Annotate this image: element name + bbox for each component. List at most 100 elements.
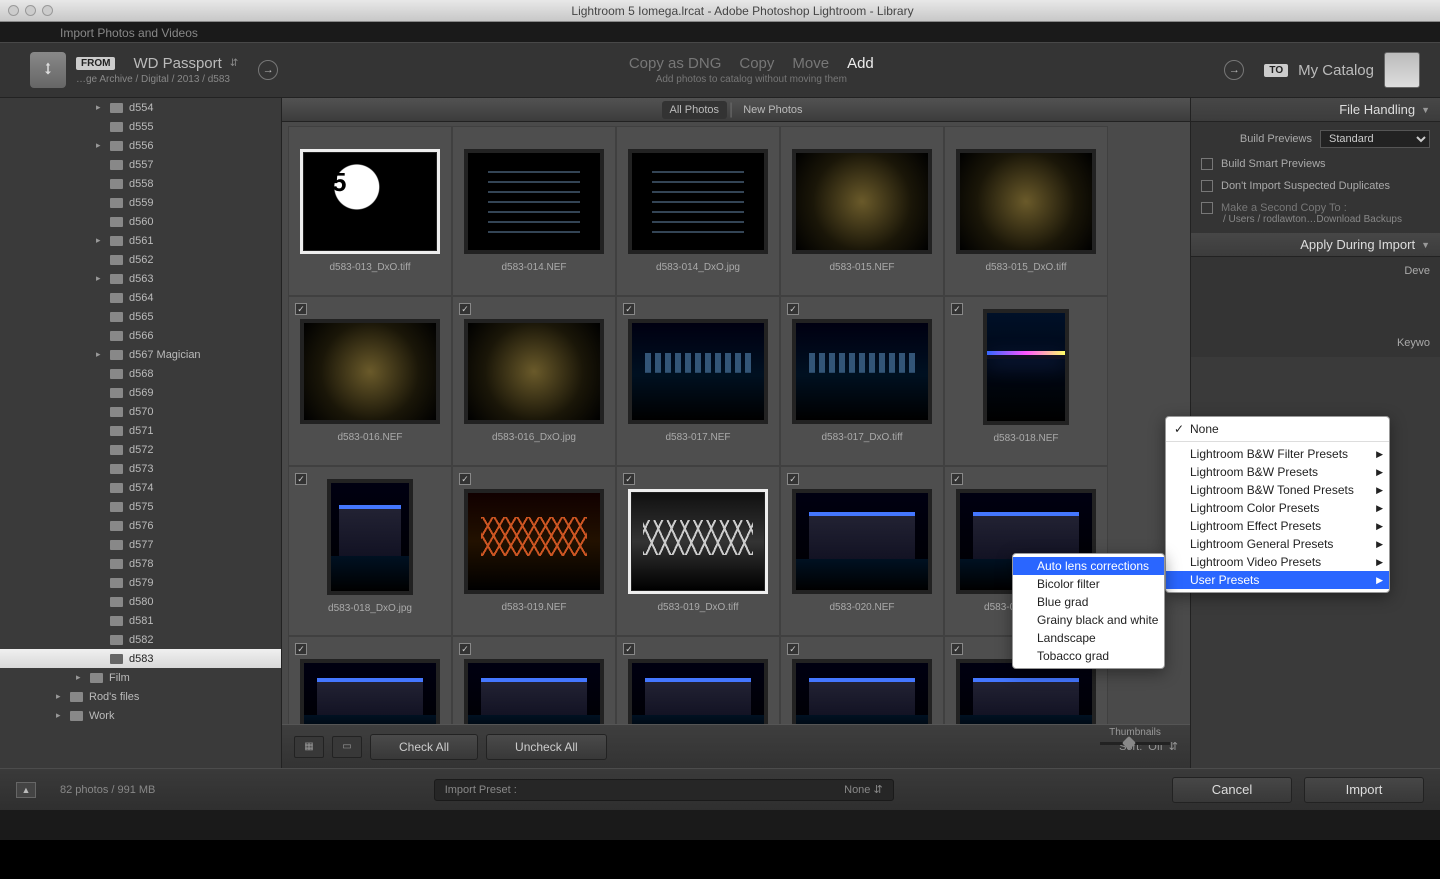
smart-previews-checkbox[interactable] <box>1201 158 1213 170</box>
thumbnail-cell[interactable]: ✓ <box>452 636 616 724</box>
menu-item[interactable]: Lightroom B&W Toned Presets <box>1166 481 1389 499</box>
folder-d562[interactable]: d562 <box>0 250 281 269</box>
thumbnail-image[interactable] <box>983 309 1069 425</box>
folder-d558[interactable]: d558 <box>0 174 281 193</box>
import-checkbox[interactable]: ✓ <box>459 303 471 315</box>
menu-item[interactable]: Blue grad <box>1013 593 1164 611</box>
thumbnail-cell[interactable]: ✓d583-018.NEF <box>944 296 1108 466</box>
thumbnail-image[interactable] <box>464 149 604 254</box>
thumbnail-size-slider[interactable] <box>1100 742 1170 745</box>
mode-dng[interactable]: Copy as DNG <box>629 55 722 72</box>
thumbnail-image[interactable] <box>327 479 413 595</box>
folder-d556[interactable]: d556 <box>0 136 281 155</box>
thumbnail-image[interactable] <box>792 489 932 594</box>
close-icon[interactable] <box>8 5 19 16</box>
folder-d567 Magician[interactable]: d567 Magician <box>0 345 281 364</box>
tab-all-photos[interactable]: All Photos <box>662 101 728 119</box>
folder-d580[interactable]: d580 <box>0 592 281 611</box>
folder-d571[interactable]: d571 <box>0 421 281 440</box>
dup-checkbox[interactable] <box>1201 180 1213 192</box>
thumbnail-image[interactable] <box>300 319 440 424</box>
folder-d564[interactable]: d564 <box>0 288 281 307</box>
thumbnail-cell[interactable]: d583-015_DxO.tiff <box>944 126 1108 296</box>
thumbnail-cell[interactable]: d583-013_DxO.tiff <box>288 126 452 296</box>
folder-d560[interactable]: d560 <box>0 212 281 231</box>
folder-d566[interactable]: d566 <box>0 326 281 345</box>
folder-d583[interactable]: d583 <box>0 649 281 668</box>
menu-item[interactable]: Lightroom Color Presets <box>1166 499 1389 517</box>
menu-item[interactable]: Landscape <box>1013 629 1164 647</box>
thumbnail-cell[interactable]: ✓d583-018_DxO.jpg <box>288 466 452 636</box>
thumbnail-image[interactable] <box>628 319 768 424</box>
menu-item[interactable]: Auto lens corrections <box>1013 557 1164 575</box>
import-checkbox[interactable]: ✓ <box>623 643 635 655</box>
thumbnail-cell[interactable]: ✓d583-019_DxO.tiff <box>616 466 780 636</box>
folder-d574[interactable]: d574 <box>0 478 281 497</box>
thumbnail-cell[interactable]: ✓ <box>288 636 452 724</box>
import-checkbox[interactable]: ✓ <box>787 473 799 485</box>
chevron-updown-icon[interactable]: ⇵ <box>230 58 238 69</box>
thumbnail-cell[interactable]: ✓d583-019.NEF <box>452 466 616 636</box>
thumbnail-cell[interactable]: ✓d583-016_DxO.jpg <box>452 296 616 466</box>
thumbnail-image[interactable] <box>628 489 768 594</box>
import-checkbox[interactable]: ✓ <box>951 473 963 485</box>
folder-d577[interactable]: d577 <box>0 535 281 554</box>
loupe-view-icon[interactable]: ▭ <box>332 736 362 758</box>
menu-item[interactable]: Lightroom Video Presets <box>1166 553 1389 571</box>
thumbnail-cell[interactable]: ✓ <box>616 636 780 724</box>
chevron-updown-icon[interactable]: ⇵ <box>1169 740 1178 753</box>
folder-d581[interactable]: d581 <box>0 611 281 630</box>
import-button[interactable]: Import <box>1304 777 1424 803</box>
menu-item[interactable]: Lightroom Effect Presets <box>1166 517 1389 535</box>
import-checkbox[interactable]: ✓ <box>295 643 307 655</box>
import-checkbox[interactable]: ✓ <box>623 473 635 485</box>
thumbnail-cell[interactable]: ✓d583-017.NEF <box>616 296 780 466</box>
section-file-handling[interactable]: File Handling▼ <box>1191 98 1440 122</box>
folder-Work[interactable]: Work <box>70 706 281 725</box>
folder-Film[interactable]: Film <box>70 668 281 687</box>
import-checkbox[interactable]: ✓ <box>623 303 635 315</box>
thumbnail-image[interactable] <box>792 659 932 724</box>
import-checkbox[interactable]: ✓ <box>951 303 963 315</box>
import-checkbox[interactable]: ✓ <box>787 303 799 315</box>
second-copy-checkbox[interactable] <box>1201 202 1213 214</box>
folder-d570[interactable]: d570 <box>0 402 281 421</box>
mode-add[interactable]: Add <box>847 55 874 72</box>
thumbnail-image[interactable] <box>628 659 768 724</box>
thumbnail-cell[interactable]: ✓d583-016.NEF <box>288 296 452 466</box>
thumbnail-cell[interactable]: ✓d583-017_DxO.tiff <box>780 296 944 466</box>
thumbnail-cell[interactable]: d583-014_DxO.jpg <box>616 126 780 296</box>
mode-copy[interactable]: Copy <box>739 55 774 72</box>
uncheck-all-button[interactable]: Uncheck All <box>486 734 607 760</box>
import-preset-dropdown[interactable]: Import Preset :None ⇵ <box>434 779 894 801</box>
thumbnail-cell[interactable]: d583-014.NEF <box>452 126 616 296</box>
develop-presets-menu[interactable]: None Lightroom B&W Filter Presets Lightroo… <box>1165 416 1390 593</box>
thumbnail-image[interactable] <box>792 149 932 254</box>
menu-item[interactable]: Lightroom B&W Filter Presets <box>1166 445 1389 463</box>
import-checkbox[interactable]: ✓ <box>459 473 471 485</box>
import-checkbox[interactable]: ✓ <box>459 643 471 655</box>
folder-d565[interactable]: d565 <box>0 307 281 326</box>
thumbnail-image[interactable] <box>464 659 604 724</box>
menu-item[interactable]: Lightroom General Presets <box>1166 535 1389 553</box>
minimize-icon[interactable] <box>25 5 36 16</box>
thumbnail-cell[interactable]: ✓ <box>780 636 944 724</box>
thumbnail-image[interactable] <box>300 149 440 254</box>
folder-d572[interactable]: d572 <box>0 440 281 459</box>
cancel-button[interactable]: Cancel <box>1172 777 1292 803</box>
folder-d579[interactable]: d579 <box>0 573 281 592</box>
import-checkbox[interactable]: ✓ <box>787 643 799 655</box>
menu-none[interactable]: None <box>1166 420 1389 438</box>
thumbnail-image[interactable] <box>300 659 440 724</box>
import-checkbox[interactable]: ✓ <box>295 473 307 485</box>
grid-view-icon[interactable]: ▦ <box>294 736 324 758</box>
thumbnail-image[interactable] <box>792 319 932 424</box>
folder-d576[interactable]: d576 <box>0 516 281 535</box>
thumbnail-image[interactable] <box>464 489 604 594</box>
menu-item[interactable]: User Presets <box>1166 571 1389 589</box>
menu-item[interactable]: Tobacco grad <box>1013 647 1164 665</box>
mode-move[interactable]: Move <box>792 55 829 72</box>
thumbnail-image[interactable] <box>956 149 1096 254</box>
check-all-button[interactable]: Check All <box>370 734 478 760</box>
folder-d578[interactable]: d578 <box>0 554 281 573</box>
